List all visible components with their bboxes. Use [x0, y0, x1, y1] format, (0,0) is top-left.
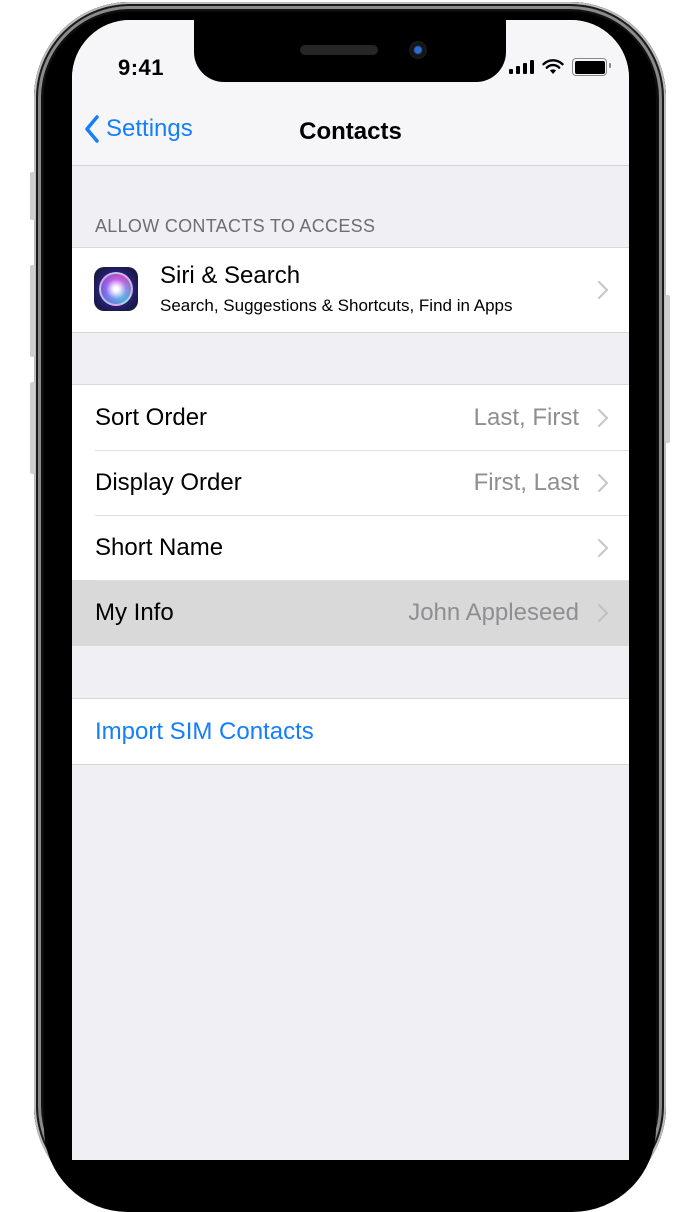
- actions-group: Import SIM Contacts: [72, 698, 629, 765]
- list-item-siri-search[interactable]: Siri & Search Search, Suggestions & Shor…: [72, 248, 629, 332]
- sort-order-value: Last, First: [473, 403, 579, 431]
- contacts-settings-group: Sort Order Last, First Display Order Fir…: [72, 384, 629, 646]
- my-info-value: John Appleseed: [408, 598, 579, 626]
- chevron-right-icon: [597, 280, 609, 300]
- list-item-my-info[interactable]: My Info John Appleseed: [72, 580, 629, 645]
- siri-search-subtitle: Search, Suggestions & Shortcuts, Find in…: [160, 296, 513, 315]
- phone-screen: 9:41 Settings Contacts ALLOW CONTACTS TO…: [72, 20, 629, 1160]
- import-sim-contacts-button[interactable]: Import SIM Contacts: [72, 699, 629, 764]
- side-button: [665, 295, 670, 443]
- access-group: Siri & Search Search, Suggestions & Shor…: [72, 247, 629, 333]
- status-time: 9:41: [118, 55, 165, 80]
- display-order-value: First, Last: [473, 468, 579, 496]
- list-item-sort-order[interactable]: Sort Order Last, First: [72, 385, 629, 450]
- short-name-label: Short Name: [95, 533, 224, 561]
- list-item-display-order[interactable]: Display Order First, Last: [72, 450, 629, 515]
- battery-icon: [572, 58, 611, 76]
- section-header-allow-access: ALLOW CONTACTS TO ACCESS: [95, 216, 376, 236]
- front-camera: [409, 41, 427, 59]
- chevron-right-icon: [597, 473, 609, 492]
- silent-switch: [30, 172, 35, 220]
- speaker-grille: [300, 45, 378, 55]
- list-item-short-name[interactable]: Short Name: [72, 515, 629, 580]
- page-title: Contacts: [299, 118, 402, 145]
- wifi-icon: [542, 59, 564, 74]
- volume-up-button: [30, 265, 35, 357]
- status-icons: [509, 58, 611, 76]
- navigation-bar: 9:41 Settings Contacts: [72, 20, 629, 166]
- chevron-right-icon: [597, 603, 609, 622]
- cellular-signal-icon: [509, 60, 534, 74]
- notch: [194, 20, 506, 82]
- siri-icon: [94, 267, 138, 311]
- chevron-right-icon: [597, 408, 609, 427]
- my-info-label: My Info: [95, 598, 174, 626]
- chevron-right-icon: [597, 538, 609, 557]
- display-order-label: Display Order: [95, 468, 242, 496]
- siri-search-title: Siri & Search: [160, 262, 301, 289]
- import-sim-contacts-label: Import SIM Contacts: [95, 717, 314, 745]
- volume-down-button: [30, 382, 35, 474]
- sort-order-label: Sort Order: [95, 403, 208, 431]
